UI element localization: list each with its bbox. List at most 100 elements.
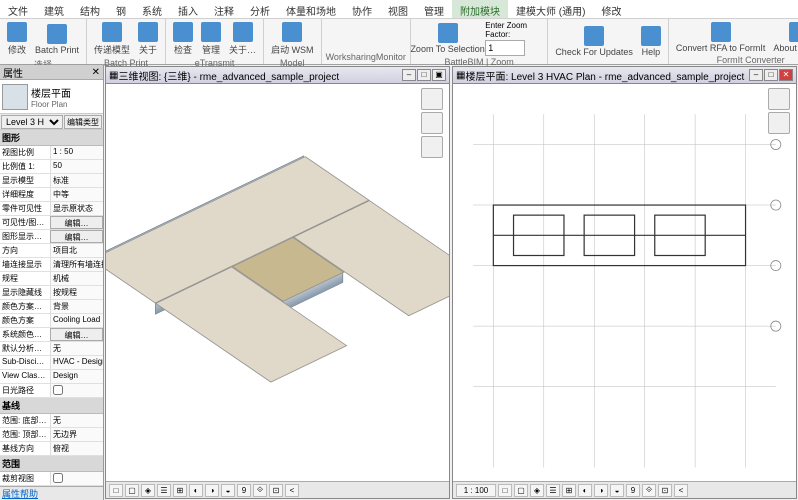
home-icon[interactable] <box>421 112 443 134</box>
ribbon-tab[interactable]: 结构 <box>72 0 108 18</box>
ribbon-tab[interactable]: 插入 <box>170 0 206 18</box>
property-checkbox[interactable] <box>53 473 63 483</box>
property-value[interactable]: 俯视 <box>50 442 103 455</box>
property-value[interactable]: 编辑… <box>50 230 103 243</box>
viewbar-button[interactable]: ◐ <box>189 484 203 497</box>
property-value[interactable]: 中等 <box>50 188 103 201</box>
viewbar-button[interactable]: 9 <box>626 484 640 497</box>
property-value[interactable]: 50 <box>50 160 103 173</box>
ribbon-tab[interactable]: 修改 <box>593 0 629 18</box>
restore-button[interactable]: ▣ <box>432 69 446 81</box>
ribbon-button[interactable]: 管理 <box>198 21 224 57</box>
ribbon-button[interactable]: Zoom To Selection <box>415 21 480 56</box>
property-category[interactable]: 图形 <box>0 130 103 146</box>
ribbon-tab[interactable]: 附加模块 <box>452 0 508 18</box>
property-value[interactable]: Cooling Load <box>50 314 103 327</box>
viewbar-button[interactable]: < <box>285 484 299 497</box>
viewbar-button[interactable]: ◑ <box>205 484 219 497</box>
property-value[interactable]: HVAC - Design <box>50 356 103 369</box>
ribbon-button[interactable]: 检查 <box>170 21 196 57</box>
property-value[interactable]: 清理所有墙连接 <box>50 258 103 271</box>
viewbar-button[interactable]: ⊞ <box>173 484 187 497</box>
viewbar-button[interactable]: ⟐ <box>253 484 267 497</box>
ribbon-button[interactable]: 修改 <box>4 21 30 57</box>
viewbar-button[interactable]: ◒ <box>221 484 235 497</box>
property-value[interactable]: 无 <box>50 414 103 427</box>
viewbar-button[interactable]: ⊡ <box>269 484 283 497</box>
viewbar-button[interactable]: < <box>674 484 688 497</box>
ribbon-tab[interactable]: 建筑 <box>36 0 72 18</box>
viewbar-button[interactable]: ⟐ <box>642 484 656 497</box>
ribbon-button[interactable]: Check For Updates <box>552 21 636 61</box>
ribbon-button[interactable]: Convert RFA to FormIt <box>673 21 769 54</box>
viewbar-button[interactable]: ◑ <box>594 484 608 497</box>
viewbar-button[interactable]: ◒ <box>610 484 624 497</box>
property-value[interactable] <box>50 472 103 485</box>
ribbon-tab[interactable]: 分析 <box>242 0 278 18</box>
viewcube[interactable] <box>421 88 443 110</box>
ribbon-button[interactable]: About FormIt <box>770 21 798 54</box>
property-value[interactable]: 编辑… <box>50 328 103 341</box>
ribbon-button[interactable]: Help <box>638 21 664 61</box>
property-value[interactable]: 背景 <box>50 300 103 313</box>
viewbar-button[interactable]: □ <box>498 484 512 497</box>
property-value[interactable] <box>50 384 103 397</box>
maximize-button[interactable]: □ <box>764 69 778 81</box>
property-row: 可见性/图形…编辑… <box>0 216 103 230</box>
ribbon-tab[interactable]: 文件 <box>0 0 36 18</box>
pan-icon[interactable] <box>768 112 790 134</box>
viewbar-button[interactable]: 9 <box>237 484 251 497</box>
ribbon-tab[interactable]: 视图 <box>380 0 416 18</box>
ribbon-button[interactable]: 关于 <box>135 21 161 57</box>
close-icon[interactable]: ✕ <box>92 67 100 78</box>
type-selector[interactable]: 楼层平面 Floor Plan <box>0 80 103 114</box>
viewbar-button[interactable]: ◈ <box>141 484 155 497</box>
ribbon-tab[interactable]: 体量和场地 <box>278 0 344 18</box>
property-value[interactable]: 1 : 50 <box>50 146 103 159</box>
ribbon-button[interactable]: Batch Print <box>32 21 82 57</box>
scale-selector[interactable]: 1 : 100 <box>456 484 496 497</box>
ribbon-button[interactable]: 关于… <box>226 21 259 57</box>
close-button[interactable]: ✕ <box>779 69 793 81</box>
viewbar-button[interactable]: ☰ <box>546 484 560 497</box>
viewbar-button[interactable]: ⊡ <box>658 484 672 497</box>
property-value[interactable]: 项目北 <box>50 244 103 257</box>
plan-canvas[interactable] <box>453 84 796 481</box>
ribbon-tab[interactable]: 协作 <box>344 0 380 18</box>
edit-type-button[interactable]: 编辑类型 <box>64 115 102 129</box>
steering-wheel-icon[interactable] <box>421 136 443 158</box>
ribbon-tab[interactable]: 建模大师 (通用) <box>508 0 593 18</box>
ribbon-button[interactable]: 启动 WSM <box>268 21 317 57</box>
property-value[interactable]: Design <box>50 370 103 383</box>
property-checkbox[interactable] <box>53 385 63 395</box>
ribbon-button[interactable]: 传递模型 <box>91 21 133 57</box>
ribbon-tab[interactable]: 系统 <box>134 0 170 18</box>
ribbon-tab[interactable]: 管理 <box>416 0 452 18</box>
ribbon-tab[interactable]: 注释 <box>206 0 242 18</box>
property-value[interactable]: 无 <box>50 342 103 355</box>
viewbar-button[interactable]: ◐ <box>578 484 592 497</box>
viewbar-button[interactable]: ▢ <box>514 484 528 497</box>
ribbon-tab[interactable]: 钢 <box>108 0 134 18</box>
viewbar-button[interactable]: ◈ <box>530 484 544 497</box>
property-value[interactable]: 标准 <box>50 174 103 187</box>
property-value[interactable]: 机械 <box>50 272 103 285</box>
3d-canvas[interactable] <box>106 84 449 481</box>
property-value[interactable]: 显示原状态 <box>50 202 103 215</box>
viewbar-button[interactable]: □ <box>109 484 123 497</box>
property-category[interactable]: 基线 <box>0 398 103 414</box>
minimize-button[interactable]: – <box>402 69 416 81</box>
properties-help-link[interactable]: 属性帮助 <box>0 486 103 500</box>
property-value[interactable]: 按规程 <box>50 286 103 299</box>
viewbar-button[interactable]: ☰ <box>157 484 171 497</box>
home-icon[interactable] <box>768 88 790 110</box>
minimize-button[interactable]: – <box>749 69 763 81</box>
viewbar-button[interactable]: ▢ <box>125 484 139 497</box>
maximize-button[interactable]: □ <box>417 69 431 81</box>
zoom-factor-input[interactable] <box>485 40 525 56</box>
property-category[interactable]: 范围 <box>0 456 103 472</box>
instance-selector[interactable]: Level 3 H <box>1 115 63 129</box>
property-value[interactable]: 编辑… <box>50 216 103 229</box>
property-value[interactable]: 无边界 <box>50 428 103 441</box>
viewbar-button[interactable]: ⊞ <box>562 484 576 497</box>
